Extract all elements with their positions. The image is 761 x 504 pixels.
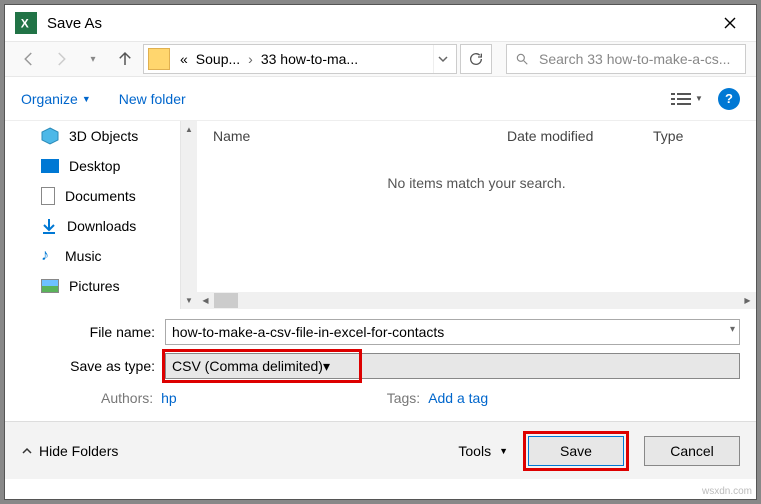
chevron-down-icon: ▼ <box>499 446 508 456</box>
folder-icon <box>148 48 170 70</box>
folder-tree[interactable]: 3D Objects Desktop Documents Downloads ♪… <box>5 121 197 309</box>
up-button[interactable] <box>111 45 139 73</box>
tree-item-3d-objects[interactable]: 3D Objects <box>5 121 197 151</box>
breadcrumb-seg1[interactable]: Soup... <box>192 51 244 67</box>
3d-objects-icon <box>41 127 59 145</box>
save-fields: File name: how-to-make-a-csv-file-in-exc… <box>5 309 756 421</box>
scroll-down-icon[interactable]: ▼ <box>181 292 197 309</box>
documents-icon <box>41 187 55 205</box>
address-dropdown[interactable] <box>433 45 452 73</box>
help-button[interactable]: ? <box>718 88 740 110</box>
window-title: Save As <box>47 15 102 32</box>
titlebar: X Save As <box>5 5 756 41</box>
horizontal-scrollbar[interactable]: ◀ ▶ <box>197 292 756 309</box>
authors-value[interactable]: hp <box>161 390 177 406</box>
tags-value[interactable]: Add a tag <box>428 390 488 406</box>
tree-item-downloads[interactable]: Downloads <box>5 211 197 241</box>
music-icon: ♪ <box>41 247 55 265</box>
file-list: Name Date modified Type No items match y… <box>197 121 756 309</box>
forward-button[interactable] <box>47 45 75 73</box>
save-as-type-dropdown[interactable]: CSV (Comma delimited) ▾ <box>165 353 740 379</box>
chevron-right-icon[interactable]: › <box>244 51 257 67</box>
hide-folders-button[interactable]: Hide Folders <box>21 443 118 459</box>
tags-label: Tags: <box>387 390 420 406</box>
chevron-down-icon: ▼ <box>82 94 91 104</box>
new-folder-button[interactable]: New folder <box>119 91 186 107</box>
breadcrumb-ellipsis[interactable]: « <box>176 51 192 67</box>
scroll-up-icon[interactable]: ▲ <box>181 121 197 138</box>
chevron-up-icon <box>21 445 33 457</box>
search-box[interactable] <box>506 44 746 74</box>
toolbar: Organize ▼ New folder ▼ ? <box>5 77 756 121</box>
pictures-icon <box>41 279 59 293</box>
svg-text:X: X <box>21 17 29 31</box>
column-name[interactable]: Name <box>197 128 507 144</box>
nav-bar: ▾ « Soup... › 33 how-to-ma... <box>5 41 756 77</box>
tree-item-desktop[interactable]: Desktop <box>5 151 197 181</box>
scroll-thumb[interactable] <box>214 293 238 308</box>
button-bar: Hide Folders Tools ▼ Save Cancel <box>5 421 756 479</box>
tree-item-pictures[interactable]: Pictures <box>5 271 197 301</box>
cancel-button[interactable]: Cancel <box>644 436 740 466</box>
watermark: wsxdn.com <box>702 486 752 497</box>
chevron-down-icon: ▼ <box>695 94 703 103</box>
refresh-button[interactable] <box>460 44 492 74</box>
address-bar[interactable]: « Soup... › 33 how-to-ma... <box>143 44 457 74</box>
recent-dropdown[interactable]: ▾ <box>79 45 107 73</box>
organize-button[interactable]: Organize ▼ <box>21 91 91 107</box>
tools-dropdown[interactable]: Tools ▼ <box>458 443 508 459</box>
authors-label: Authors: <box>101 390 153 406</box>
chevron-down-icon[interactable]: ▾ <box>730 324 735 335</box>
scroll-right-icon[interactable]: ▶ <box>739 296 756 305</box>
column-type[interactable]: Type <box>653 128 756 144</box>
desktop-icon <box>41 159 59 173</box>
column-date[interactable]: Date modified <box>507 128 653 144</box>
tree-item-documents[interactable]: Documents <box>5 181 197 211</box>
view-options-button[interactable]: ▼ <box>668 85 706 113</box>
back-button[interactable] <box>15 45 43 73</box>
save-as-type-label: Save as type: <box>21 358 165 374</box>
save-button[interactable]: Save <box>528 436 624 466</box>
column-headers: Name Date modified Type <box>197 121 756 151</box>
empty-message: No items match your search. <box>197 151 756 292</box>
tree-scrollbar[interactable]: ▲▼ <box>180 121 197 309</box>
chevron-down-icon[interactable]: ▾ <box>323 358 330 375</box>
excel-icon: X <box>15 12 37 34</box>
breadcrumb-seg2[interactable]: 33 how-to-ma... <box>257 51 362 67</box>
file-name-label: File name: <box>21 324 165 340</box>
downloads-icon <box>41 218 57 234</box>
tree-item-music[interactable]: ♪Music <box>5 241 197 271</box>
save-as-dialog: X Save As ▾ « Soup... › 33 how-to-ma... <box>4 4 757 500</box>
scroll-left-icon[interactable]: ◀ <box>197 296 214 305</box>
close-button[interactable] <box>708 5 752 41</box>
search-input[interactable] <box>537 50 737 68</box>
file-name-input[interactable]: how-to-make-a-csv-file-in-excel-for-cont… <box>165 319 740 345</box>
